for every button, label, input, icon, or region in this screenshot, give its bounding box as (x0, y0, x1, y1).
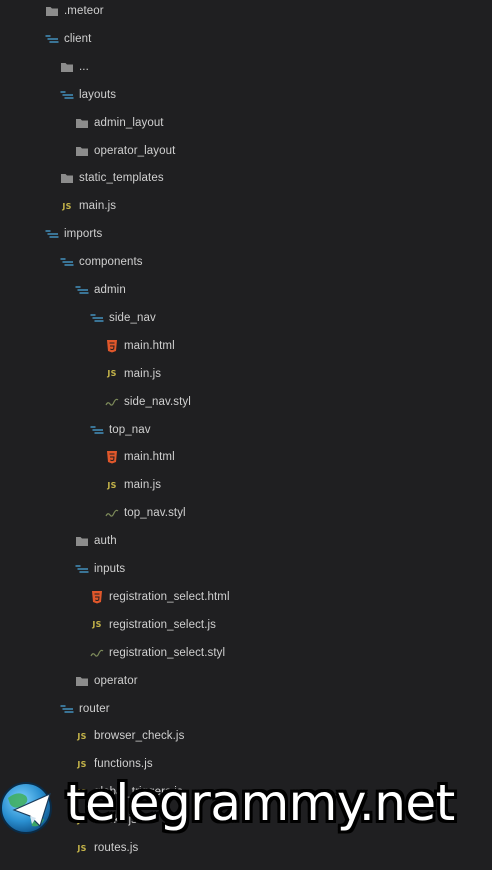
folder-icon (75, 534, 89, 548)
tree-item-label: top_nav (109, 423, 151, 436)
folder-icon (45, 4, 59, 18)
tree-item-label: operator_layout (94, 144, 176, 157)
html5-file-icon (90, 590, 104, 604)
tree-item[interactable]: .meteor (0, 1, 492, 21)
tree-item-label: browser_check.js (94, 730, 185, 743)
tree-item-label: router (79, 702, 110, 715)
tree-item[interactable]: main.html (0, 447, 492, 467)
tree-item-label: main.js (124, 367, 162, 380)
folder-open-icon (45, 227, 59, 241)
tree-item[interactable]: side_nav.styl (0, 392, 492, 412)
tree-item[interactable]: auth (0, 531, 492, 551)
tree-item-label: top_nav.styl (124, 507, 186, 520)
tree-item[interactable]: client (0, 29, 492, 49)
tree-item[interactable]: top_nav (0, 420, 492, 440)
folder-open-icon (90, 311, 104, 325)
tree-item[interactable]: top_nav.styl (0, 503, 492, 523)
stylus-file-icon (105, 506, 119, 520)
tree-item-label: main.html (124, 451, 175, 464)
folder-icon (75, 674, 89, 688)
tree-item-label: main.js (124, 479, 162, 492)
tree-item-label: imports (64, 228, 103, 241)
folder-open-icon (45, 32, 59, 46)
tree-item[interactable]: router (0, 699, 492, 719)
tree-item[interactable]: operator_layout (0, 141, 492, 161)
tree-item-label: inputs (94, 563, 126, 575)
html5-file-icon (105, 450, 119, 464)
tree-item[interactable]: inputs (0, 559, 492, 579)
tree-item[interactable]: JS main.js (0, 196, 492, 216)
tree-item[interactable]: registration_select.styl (0, 643, 492, 663)
tree-item[interactable]: admin_layout (0, 113, 492, 133)
stylus-file-icon (105, 395, 119, 409)
tree-item[interactable]: components (0, 252, 492, 272)
html5-file-icon (105, 339, 119, 353)
folder-icon (60, 171, 74, 185)
js-file-icon: JS (92, 620, 102, 630)
tree-item[interactable]: layouts (0, 85, 492, 105)
tree-item-label: layouts (79, 88, 117, 101)
tree-item-label: admin (94, 284, 126, 296)
tree-item[interactable]: imports (0, 224, 492, 244)
tree-item-label: auth (94, 535, 117, 548)
tree-item-label: registration_select.html (109, 590, 230, 603)
telegram-logo-icon (0, 782, 52, 834)
tree-item[interactable]: main.html (0, 336, 492, 356)
tree-item[interactable]: static_templates (0, 168, 492, 188)
tree-item[interactable]: ... (0, 57, 492, 77)
watermark-text: telegrammy.net (66, 774, 455, 832)
tree-item[interactable]: JS main.js (0, 475, 492, 495)
file-tree: .meteor client... layouts admin_layoutopera… (0, 0, 492, 870)
tree-item[interactable]: JS browser_check.js (0, 726, 492, 746)
tree-item[interactable]: JS registration_select.js (0, 615, 492, 635)
tree-item-label: functions.js (94, 758, 153, 771)
folder-icon (60, 60, 74, 74)
folder-open-icon (75, 283, 89, 297)
tree-item-label: ... (79, 60, 89, 73)
tree-item-label: registration_select.styl (109, 646, 226, 659)
folder-open-icon (60, 255, 74, 269)
tree-item-label: side_nav.styl (124, 395, 191, 408)
js-file-icon: JS (107, 369, 117, 379)
tree-item-label: admin_layout (94, 116, 164, 129)
tree-item[interactable]: admin (0, 280, 492, 300)
folder-open-icon (90, 423, 104, 437)
tree-item-label: components (79, 256, 143, 269)
tree-item-label: main.js (79, 200, 117, 213)
tree-item[interactable]: side_nav (0, 308, 492, 328)
js-file-icon: JS (77, 759, 87, 769)
tree-item[interactable]: registration_select.html (0, 587, 492, 607)
tree-item[interactable]: operator (0, 671, 492, 691)
folder-open-icon (60, 702, 74, 716)
tree-item-label: main.html (124, 339, 175, 352)
stylus-file-icon (90, 646, 104, 660)
folder-open-icon (75, 562, 89, 576)
folder-icon (75, 144, 89, 158)
tree-item-label: .meteor (64, 5, 104, 17)
tree-item-label: registration_select.js (109, 618, 217, 631)
js-file-icon: JS (62, 201, 72, 211)
folder-open-icon (60, 88, 74, 102)
folder-icon (75, 116, 89, 130)
tree-item-label: client (64, 32, 92, 45)
watermark: telegrammy.net (0, 772, 492, 850)
js-file-icon: JS (107, 480, 117, 490)
js-file-icon: JS (77, 731, 87, 741)
tree-item[interactable]: JS main.js (0, 364, 492, 384)
tree-item-label: operator (94, 674, 138, 687)
tree-item-label: static_templates (79, 172, 164, 185)
tree-item-label: side_nav (109, 311, 156, 324)
